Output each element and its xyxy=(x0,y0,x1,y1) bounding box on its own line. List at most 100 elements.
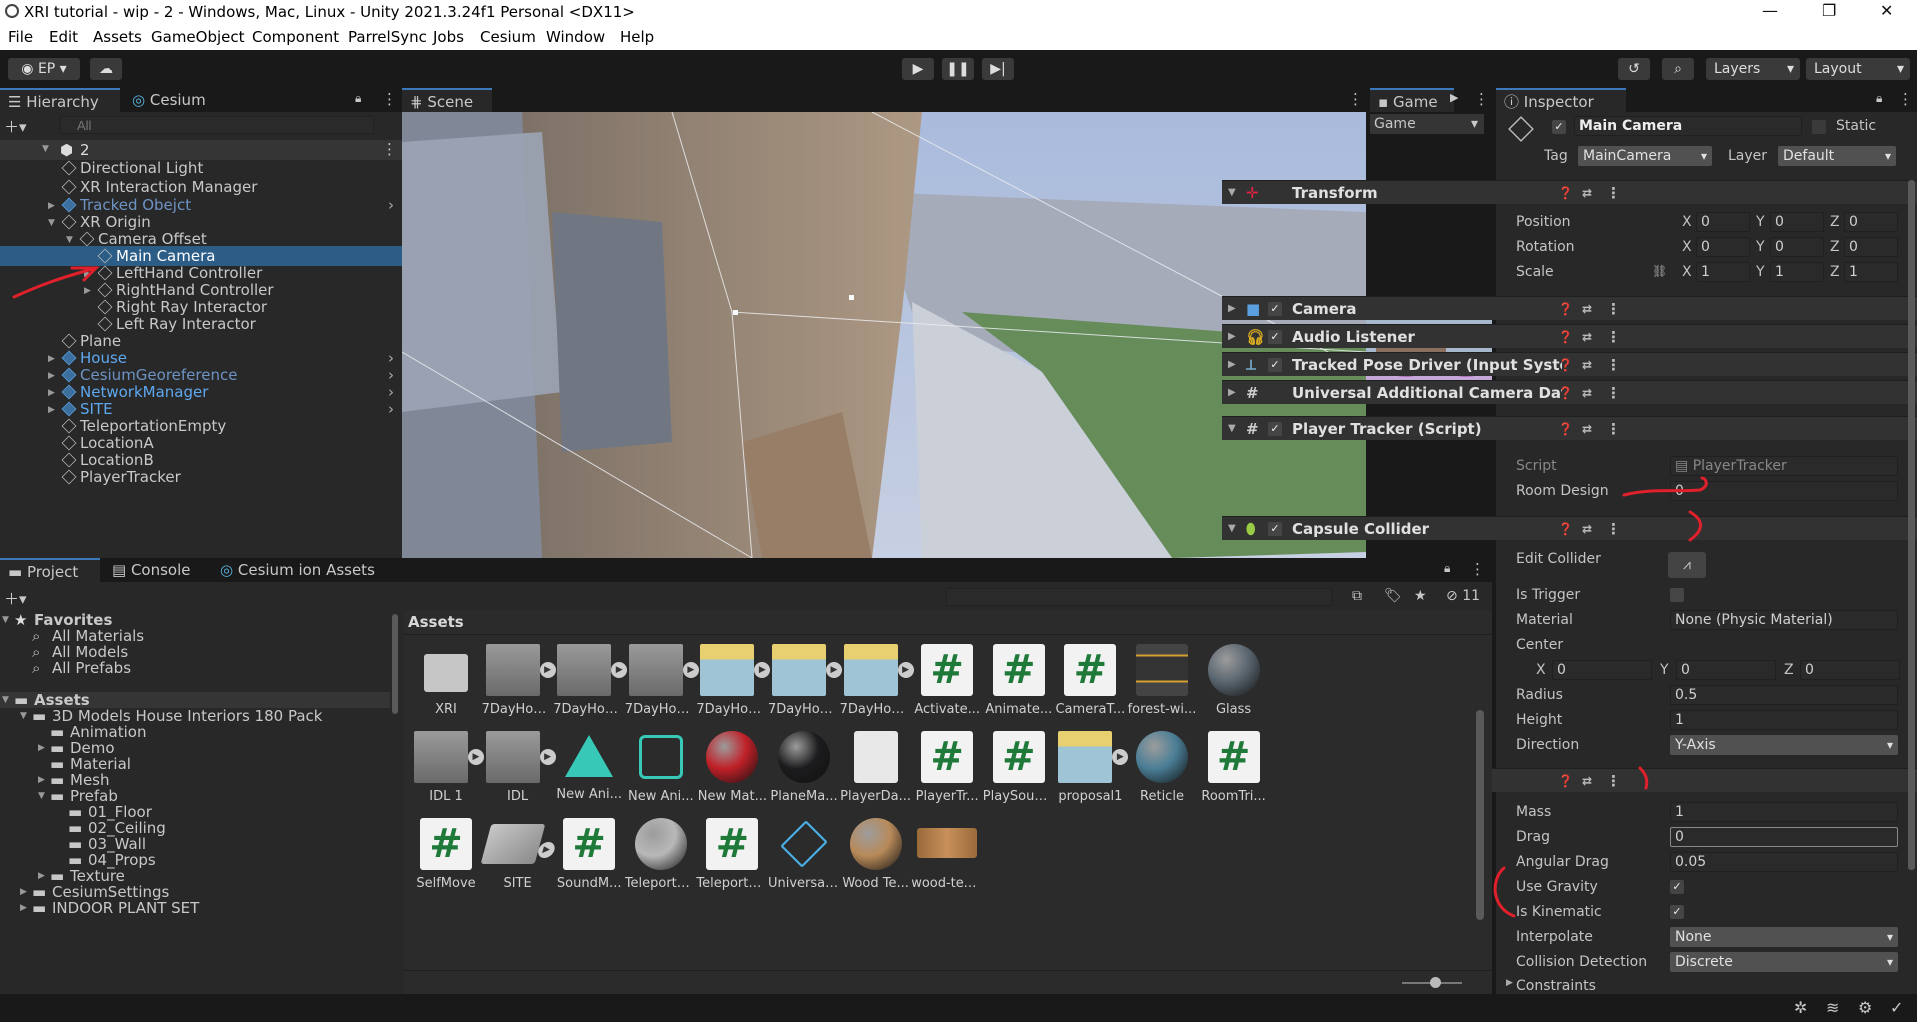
project-tree-item[interactable]: ▬ 01_Floor xyxy=(0,804,390,820)
preset-icon[interactable]: ⇄ xyxy=(1582,181,1592,205)
preset-icon[interactable]: ⇄ xyxy=(1582,325,1592,349)
component-enabled-checkbox[interactable]: ✓ xyxy=(1268,330,1282,344)
check-icon[interactable]: ✓ xyxy=(1890,998,1903,1017)
project-tree-item[interactable]: ▶ ▬ Mesh xyxy=(0,772,390,788)
help-icon[interactable]: ❓ xyxy=(1558,381,1573,405)
tab-cesium[interactable]: ◎ Cesium xyxy=(124,88,214,112)
project-tree-item[interactable]: ⌕ All Prefabs xyxy=(0,660,390,676)
layer-dropdown[interactable]: Default xyxy=(1778,146,1896,166)
project-tree-item[interactable]: ⌕ All Models xyxy=(0,644,390,660)
active-checkbox[interactable]: ✓ xyxy=(1552,120,1566,134)
project-tree-item[interactable]: ▼ ▬ Assets xyxy=(0,692,390,708)
project-tree-item[interactable]: ▬ Animation xyxy=(0,724,390,740)
zoom-slider[interactable] xyxy=(1430,977,1441,988)
asset-item[interactable]: ▶ 7DayHou... xyxy=(482,644,556,717)
layers-dropdown[interactable]: Layers ▾ xyxy=(1706,58,1800,80)
component-enabled-checkbox[interactable]: ✓ xyxy=(1268,358,1282,372)
chevron-icon[interactable]: ▶ xyxy=(38,772,45,788)
component-player-tracker[interactable]: ▼ # ✓ Player Tracker (Script) ❓ ⇄ ⋮ xyxy=(1222,416,1917,440)
foldout-arrow-icon[interactable]: ▶ xyxy=(1228,353,1236,377)
component-enabled-checkbox[interactable]: ✓ xyxy=(1268,422,1282,436)
component-menu-icon[interactable]: ⋮ xyxy=(1606,181,1621,205)
center-x-field[interactable]: 0 xyxy=(1552,660,1652,680)
tag-dropdown[interactable]: MainCamera xyxy=(1578,146,1712,166)
tab-hierarchy[interactable]: ☰ Hierarchy xyxy=(0,88,120,112)
asset-item[interactable]: # RoomTri... xyxy=(1198,731,1270,804)
mass-field[interactable]: 1 xyxy=(1670,802,1898,822)
lock-icon[interactable]: 🔒︎ xyxy=(355,91,361,106)
filter-type-icon[interactable]: ⧉ xyxy=(1352,588,1362,604)
menu-cesium[interactable]: Cesium xyxy=(480,28,536,46)
room-design-field[interactable]: 0 xyxy=(1670,481,1898,501)
foldout-arrow-icon[interactable]: ▼ xyxy=(1228,417,1236,441)
edit-collider-button[interactable]: ⩘ xyxy=(1668,552,1706,578)
tab-scene[interactable]: ⋕ Scene xyxy=(402,88,492,112)
help-icon[interactable]: ❓ xyxy=(1558,325,1573,349)
chevron-icon[interactable]: ▶ xyxy=(38,740,45,756)
label-icon[interactable]: 🏷︎ xyxy=(1384,588,1402,604)
asset-item[interactable]: # Animate... xyxy=(983,644,1055,717)
preset-icon[interactable]: ⇄ xyxy=(1582,417,1592,441)
project-tree-item[interactable]: ⌕ All Materials xyxy=(0,628,390,644)
component-tracked-pose-driver[interactable]: ▶ ⟂ ✓ Tracked Pose Driver (Input Systen ❓ ⇄ ⋮ xyxy=(1222,352,1917,376)
height-field[interactable]: 1 xyxy=(1670,710,1898,730)
project-tree-item[interactable]: ▼ ★ Favorites xyxy=(0,612,390,628)
static-checkbox[interactable] xyxy=(1812,120,1826,134)
component-camera[interactable]: ▶ ■ ✓ Camera ❓ ⇄ ⋮ xyxy=(1222,296,1917,320)
asset-item[interactable]: New Mat... xyxy=(696,731,768,804)
progress-icon[interactable]: ⚙ xyxy=(1858,998,1872,1017)
foldout-arrow-icon[interactable]: ▼ xyxy=(1228,181,1236,205)
asset-item[interactable]: # PlayerTr... xyxy=(911,731,983,804)
asset-item[interactable]: # Activate... xyxy=(911,644,983,717)
search-icon[interactable]: ⌕ xyxy=(1662,58,1694,80)
asset-item[interactable]: ▶ IDL xyxy=(482,731,556,804)
foldout-arrow-icon[interactable]: ▶ xyxy=(1228,297,1236,321)
component-enabled-checkbox[interactable]: ✓ xyxy=(1268,302,1282,316)
hierarchy-item-xr-interaction-manager[interactable]: XR Interaction Manager xyxy=(0,177,402,197)
chevron-icon[interactable]: ▼ xyxy=(20,708,27,724)
radius-field[interactable]: 0.5 xyxy=(1670,685,1898,705)
help-icon[interactable]: ❓ xyxy=(1558,353,1573,377)
component-menu-icon[interactable]: ⋮ xyxy=(1606,381,1621,405)
asset-item[interactable]: forest-wi... xyxy=(1126,644,1198,717)
project-tree-item[interactable]: ▬ 02_Ceiling xyxy=(0,820,390,836)
center-y-field[interactable]: 0 xyxy=(1676,660,1776,680)
menu-help[interactable]: Help xyxy=(620,28,654,46)
chevron-icon[interactable]: ▼ xyxy=(2,612,9,628)
preset-icon[interactable]: ⇄ xyxy=(1582,517,1592,541)
hierarchy-item-player-tracker[interactable]: PlayerTracker xyxy=(0,467,402,487)
menu-component[interactable]: Component xyxy=(252,28,339,46)
menu-assets[interactable]: Assets xyxy=(93,28,142,46)
rotation-z-field[interactable]: 0 xyxy=(1844,237,1898,257)
tab-inspector[interactable]: ⓘ Inspector xyxy=(1496,88,1626,112)
asset-item[interactable]: Wood Te... xyxy=(840,818,912,891)
scene-menu-icon[interactable]: ⋮ xyxy=(382,140,397,158)
rotation-y-field[interactable]: 0 xyxy=(1770,237,1824,257)
direction-dropdown[interactable]: Y-Axis xyxy=(1670,735,1898,755)
cloud-icon[interactable]: ☁ xyxy=(90,58,122,80)
component-menu-icon[interactable]: ⋮ xyxy=(1606,297,1621,321)
asset-item[interactable]: # SoundM... xyxy=(553,818,625,891)
preset-icon[interactable]: ⇄ xyxy=(1582,353,1592,377)
kebab-menu-icon[interactable]: ⋮ xyxy=(382,90,397,108)
adrag-field[interactable]: 0.05 xyxy=(1670,852,1898,872)
project-tree-item[interactable]: ▬ 04_Props xyxy=(0,852,390,868)
favorite-star-icon[interactable]: ★ xyxy=(1414,588,1427,604)
pause-button[interactable]: ❚❚ xyxy=(942,58,974,80)
menu-jobs[interactable]: Jobs xyxy=(433,28,464,46)
asset-item[interactable]: ▶ 7DayHou... xyxy=(625,644,699,717)
help-icon[interactable]: ❓ xyxy=(1558,517,1573,541)
position-y-field[interactable]: 0 xyxy=(1770,212,1824,232)
asset-item[interactable]: Teleporta... xyxy=(625,818,697,891)
bug-icon[interactable]: ✲ xyxy=(1794,998,1807,1017)
account-button[interactable]: ◉ EP ▾ xyxy=(8,58,80,80)
hierarchy-item-directional-light[interactable]: Directional Light xyxy=(0,158,402,178)
game-menu-icon[interactable]: ⋮ xyxy=(1474,90,1489,108)
position-x-field[interactable]: 0 xyxy=(1696,212,1750,232)
rotation-x-field[interactable]: 0 xyxy=(1696,237,1750,257)
asset-item[interactable]: # SelfMove xyxy=(410,818,482,891)
chevron-icon[interactable]: ▶ xyxy=(20,900,27,916)
asset-item[interactable]: New Ani... xyxy=(625,731,697,804)
project-tree-item[interactable]: ▬ Material xyxy=(0,756,390,772)
tab-console[interactable]: ▤ Console xyxy=(104,558,199,582)
